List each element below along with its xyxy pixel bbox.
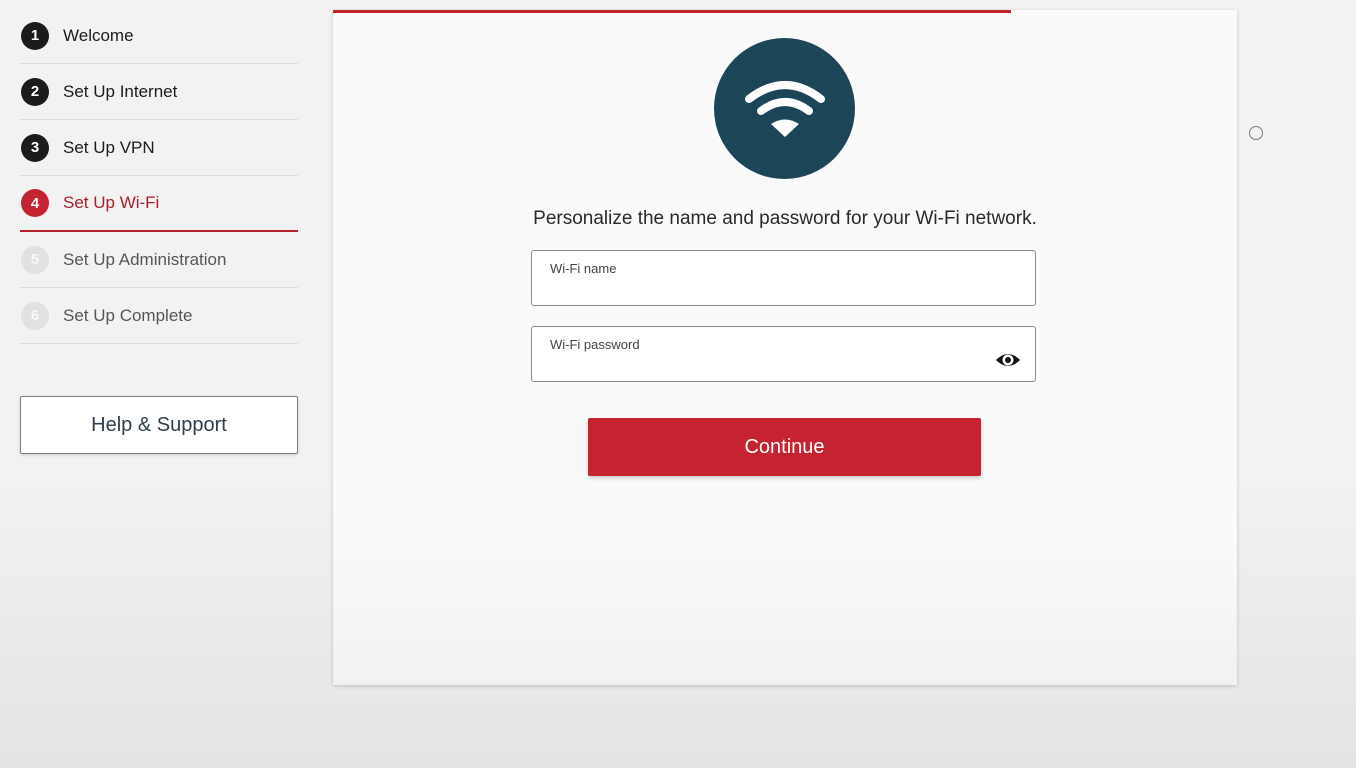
- step-set-up-internet[interactable]: 2 Set Up Internet: [20, 64, 298, 120]
- help-support-button[interactable]: Help & Support: [20, 396, 298, 454]
- wifi-name-input[interactable]: [550, 279, 985, 298]
- wifi-password-field[interactable]: Wi-Fi password: [531, 326, 1036, 382]
- step-label: Set Up Wi-Fi: [63, 193, 160, 212]
- step-number: 5: [21, 245, 49, 274]
- radio-button[interactable]: [1249, 126, 1263, 140]
- step-label: Set Up VPN: [63, 137, 155, 157]
- wifi-name-field[interactable]: Wi-Fi name: [531, 250, 1036, 306]
- step-number: 3: [21, 133, 49, 162]
- step-set-up-wifi[interactable]: 4 Set Up Wi-Fi: [20, 176, 298, 232]
- wifi-password-label: Wi-Fi password: [550, 337, 640, 352]
- wifi-icon-badge: [714, 38, 855, 179]
- step-label: Welcome: [63, 25, 134, 45]
- step-number: 6: [21, 301, 49, 330]
- step-number: 2: [21, 77, 49, 106]
- step-set-up-administration: 5 Set Up Administration: [20, 232, 298, 288]
- step-set-up-vpn[interactable]: 3 Set Up VPN: [20, 120, 298, 176]
- step-number: 4: [21, 189, 49, 217]
- wifi-setup-card: Personalize the name and password for yo…: [333, 10, 1237, 685]
- step-set-up-complete: 6 Set Up Complete: [20, 288, 298, 344]
- setup-steps-sidebar: 1 Welcome 2 Set Up Internet 3 Set Up VPN…: [20, 8, 298, 344]
- step-welcome[interactable]: 1 Welcome: [20, 8, 298, 64]
- step-label: Set Up Internet: [63, 81, 178, 101]
- step-number: 1: [21, 21, 49, 50]
- step-label: Set Up Administration: [63, 249, 227, 269]
- progress-bar: [333, 10, 1011, 13]
- step-label: Set Up Complete: [63, 305, 193, 325]
- continue-button[interactable]: Continue: [588, 418, 981, 476]
- eye-icon[interactable]: [995, 347, 1021, 373]
- wifi-password-input[interactable]: [550, 355, 985, 374]
- wifi-name-label: Wi-Fi name: [550, 261, 617, 276]
- wifi-icon: [744, 80, 825, 137]
- page-subtitle: Personalize the name and password for yo…: [533, 208, 1037, 229]
